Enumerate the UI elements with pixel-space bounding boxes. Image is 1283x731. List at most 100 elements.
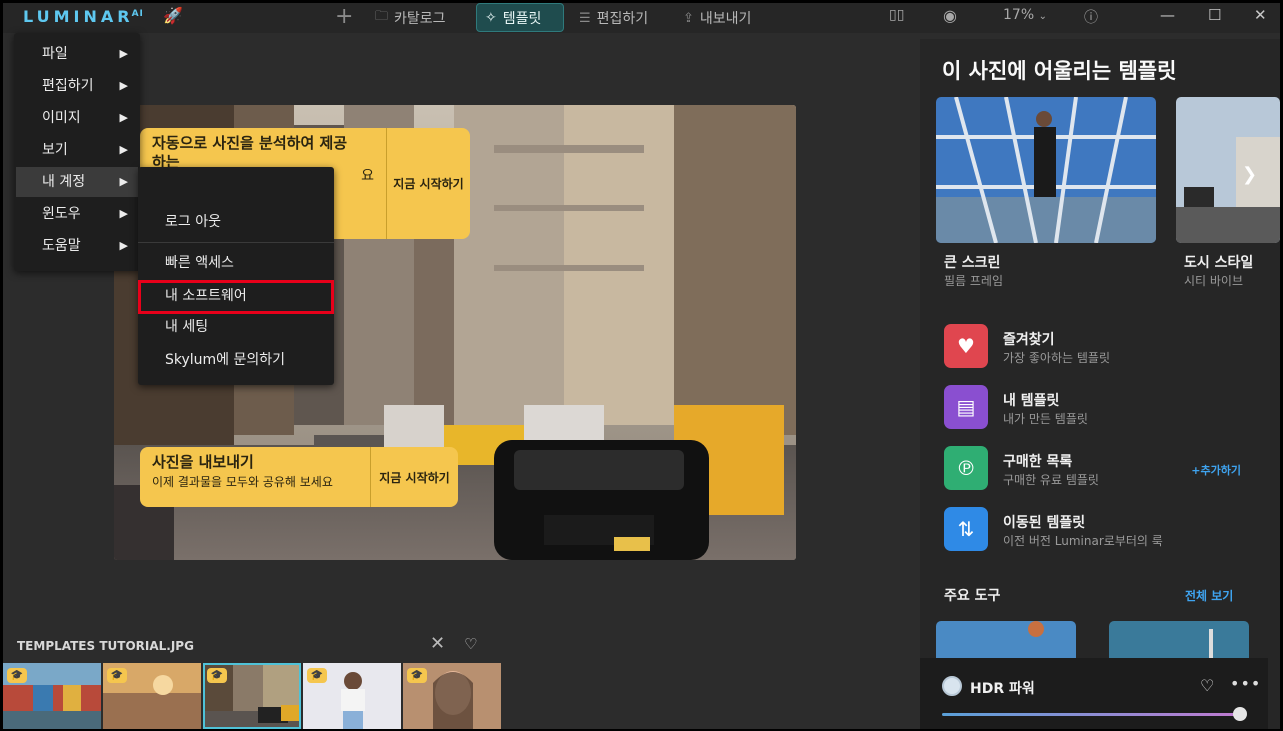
template-badge-icon: 🎓	[7, 668, 27, 683]
menu-item-view[interactable]: 보기 ▶	[16, 135, 138, 165]
menu-item-account[interactable]: 내 계정 ▶	[16, 167, 138, 197]
filmstrip-thumb[interactable]: 🎓	[403, 663, 501, 729]
submenu-arrow-icon: ▶	[119, 47, 128, 60]
app-window: LUMINARAI 🚀 + 🗀 카탈로그 ✧ 템플릿 ☰ 편집하기 ⇪ 내보내기 ▯▯ …	[3, 3, 1280, 729]
category-favorites[interactable]: ♥ 즐겨찾기 가장 좋아하는 템플릿	[944, 324, 1264, 372]
menu-item-image[interactable]: 이미지 ▶	[16, 103, 138, 133]
rocket-icon[interactable]: 🚀	[163, 6, 183, 25]
highlight-annotation	[138, 280, 334, 314]
submenu-arrow-icon: ▶	[119, 239, 128, 252]
template-badge-icon: 🎓	[307, 668, 327, 683]
category-name: 내 템플릿	[1003, 393, 1060, 409]
eye-icon[interactable]: ◉	[943, 6, 957, 25]
submenu-arrow-icon: ▶	[119, 175, 128, 188]
template-card-subtitle: 필름 프레임	[944, 274, 1004, 288]
submenu-item-quick-access[interactable]: 빠른 액세스	[138, 248, 334, 278]
category-name: 이동된 템플릿	[1003, 515, 1086, 531]
submenu-item-my-settings[interactable]: 내 세팅	[138, 312, 334, 342]
submenu-arrow-icon: ▶	[119, 111, 128, 124]
tool-card-image	[1109, 621, 1249, 661]
hdr-slider-handle[interactable]	[1233, 707, 1247, 721]
tool-card[interactable]	[936, 621, 1076, 661]
category-name: 구매한 목록	[1003, 454, 1073, 470]
filmstrip-thumb-selected[interactable]: 🎓	[203, 663, 301, 729]
heart-icon[interactable]: ♡	[1200, 676, 1214, 695]
edit-tab[interactable]: ☰ 편집하기	[579, 7, 648, 29]
view-all-link[interactable]: 전체 보기	[1185, 587, 1233, 604]
submenu-arrow-icon: ▶	[119, 143, 128, 156]
hdr-slider-track[interactable]	[942, 713, 1242, 716]
help-icon[interactable]: ⓘ	[1084, 7, 1098, 27]
category-name: 즐겨찾기	[1003, 332, 1055, 348]
tool-card[interactable]	[1109, 621, 1249, 661]
close-window-icon[interactable]: ✕	[1254, 6, 1267, 24]
templates-panel: 이 사진에 어울리는 템플릿 ❯ 큰 스크린 필름 프레임 도시 스타일 시티	[920, 39, 1280, 729]
main-menu: 파일 ▶ 편집하기 ▶ 이미지 ▶ 보기 ▶ 내 계정 ▶ 윈도우 ▶ 도움말 ▶	[14, 33, 140, 271]
filmstrip-title: TEMPLATES TUTORIAL.JPG	[17, 639, 194, 653]
tooltip-subtitle: 이제 결과물을 모두와 공유해 보세요	[152, 475, 333, 489]
template-card-image	[1176, 97, 1280, 243]
category-subtitle: 가장 좋아하는 템플릿	[1003, 351, 1110, 365]
more-options-icon[interactable]: •••	[1230, 674, 1261, 693]
template-card[interactable]	[1176, 97, 1280, 243]
compare-view-icon[interactable]: ▯▯	[889, 7, 904, 23]
add-button[interactable]: +추가하기	[1191, 462, 1241, 478]
category-subtitle: 구매한 유료 템플릿	[1003, 473, 1099, 487]
hdr-tool-name: HDR 파워	[970, 681, 1035, 697]
template-card[interactable]	[936, 97, 1156, 243]
submenu-item-logout[interactable]: 로그 아웃	[138, 207, 334, 237]
hdr-icon	[942, 676, 962, 696]
menu-item-file[interactable]: 파일 ▶	[16, 39, 138, 69]
luminar-logo[interactable]: LUMINARAI	[23, 7, 144, 26]
filmstrip-thumb[interactable]: 🎓	[303, 663, 401, 729]
category-subtitle: 이전 버전 Luminar로부터의 룩	[1003, 534, 1163, 548]
tool-card-image	[936, 621, 1076, 661]
submenu-item-contact-skylum[interactable]: Skylum에 문의하기	[138, 345, 334, 375]
category-purchased[interactable]: ℗ 구매한 목록 구매한 유료 템플릿 +추가하기	[944, 446, 1264, 494]
transfer-icon: ⇅	[944, 507, 988, 551]
heart-icon[interactable]: ♡	[464, 635, 477, 653]
submenu-arrow-icon: ▶	[119, 207, 128, 220]
tooltip-title: 자동으로 사진을 분석하여 제공	[152, 134, 348, 152]
share-icon: ⇪	[683, 10, 694, 26]
minimize-icon[interactable]: —	[1160, 6, 1175, 24]
category-my-templates[interactable]: ▤ 내 템플릿 내가 만든 템플릿	[944, 385, 1264, 433]
account-submenu: 로그 아웃 빠른 액세스 내 소프트웨어 내 세팅 Skylum에 문의하기	[138, 167, 334, 385]
template-card-name: 도시 스타일	[1184, 255, 1254, 271]
catalog-tab[interactable]: 🗀 카탈로그	[375, 7, 446, 29]
menu-item-window[interactable]: 윈도우 ▶	[16, 199, 138, 229]
template-badge-icon: 🎓	[107, 668, 127, 683]
menu-item-help[interactable]: 도움말 ▶	[16, 231, 138, 261]
export-tab[interactable]: ⇪ 내보내기	[683, 7, 751, 29]
menu-item-edit[interactable]: 편집하기 ▶	[16, 71, 138, 101]
top-toolbar: LUMINARAI 🚀 + 🗀 카탈로그 ✧ 템플릿 ☰ 편집하기 ⇪ 내보내기 ▯▯ …	[3, 3, 1280, 33]
close-icon[interactable]: ✕	[430, 633, 445, 654]
zoom-level[interactable]: 17% ⌄	[1003, 7, 1047, 23]
start-now-button[interactable]: 지금 시작하기	[370, 447, 458, 507]
template-card-subtitle: 시티 바이브	[1184, 274, 1244, 288]
category-subtitle: 내가 만든 템플릿	[1003, 412, 1088, 426]
export-tooltip: 사진을 내보내기 이제 결과물을 모두와 공유해 보세요 지금 시작하기	[140, 447, 458, 507]
document-icon: ▤	[944, 385, 988, 429]
tooltip-content: 사진을 내보내기 이제 결과물을 모두와 공유해 보세요	[140, 447, 370, 507]
template-badge-icon: 🎓	[407, 668, 427, 683]
category-migrated[interactable]: ⇅ 이동된 템플릿 이전 버전 Luminar로부터의 룩	[944, 507, 1264, 555]
tooltip-title: 사진을 내보내기	[152, 453, 254, 471]
filmstrip-thumb[interactable]: 🎓	[103, 663, 201, 729]
add-photos-icon[interactable]: +	[335, 4, 353, 29]
purchase-icon: ℗	[944, 446, 988, 490]
panel-title: 이 사진에 어울리는 템플릿	[942, 59, 1177, 83]
tools-section-title: 주요 도구	[944, 588, 1001, 604]
filmstrip-thumb[interactable]: 🎓	[3, 663, 101, 729]
start-now-button[interactable]: 지금 시작하기	[386, 128, 470, 239]
maximize-icon[interactable]: ☐	[1208, 6, 1221, 24]
template-badge-icon: 🎓	[207, 668, 227, 683]
sliders-icon: ☰	[579, 10, 591, 26]
template-card-image	[936, 97, 1156, 243]
folder-icon: 🗀	[375, 9, 389, 24]
chevron-right-icon[interactable]: ❯	[1242, 164, 1257, 185]
chevron-down-icon: ⌄	[1038, 11, 1047, 22]
sparkle-icon: ✧	[485, 9, 497, 26]
templates-tab[interactable]: ✧ 템플릿	[476, 3, 564, 32]
hdr-tool-bar: HDR 파워 ♡ •••	[920, 658, 1268, 729]
